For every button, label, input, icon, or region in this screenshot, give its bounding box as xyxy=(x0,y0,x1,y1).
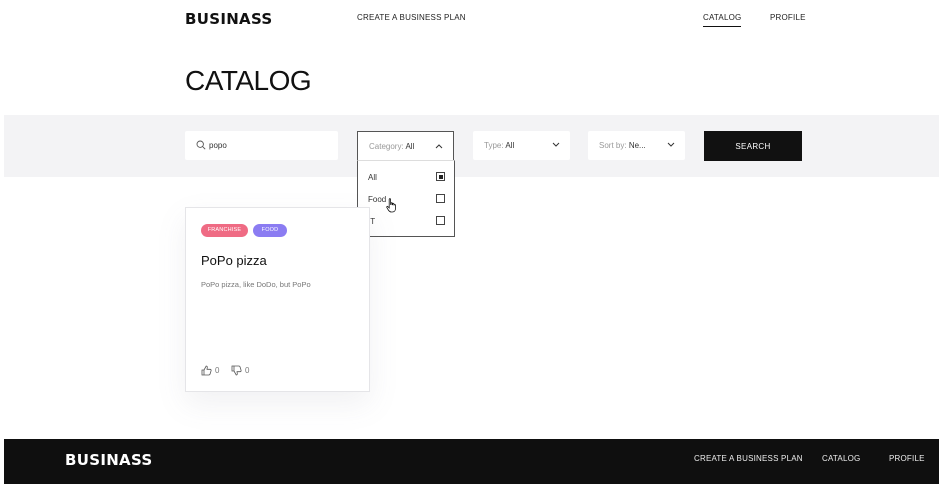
footer-logo[interactable]: BUSINASS xyxy=(65,451,153,469)
nav-create-business-plan[interactable]: CREATE A BUSINESS PLAN xyxy=(357,13,466,22)
sort-select-label: Sort by: xyxy=(599,141,627,150)
search-icon xyxy=(196,140,206,150)
category-select-label: Category: xyxy=(369,142,404,151)
tag-franchise: FRANCHISE xyxy=(201,224,248,237)
search-button[interactable]: SEARCH xyxy=(704,131,802,161)
category-option-label: Food xyxy=(368,195,387,204)
chevron-down-icon xyxy=(552,142,560,147)
category-option-label: All xyxy=(368,173,377,182)
category-select[interactable]: Category: All xyxy=(357,131,454,161)
type-select-value: All xyxy=(505,141,515,150)
category-checkbox-food[interactable] xyxy=(436,194,445,203)
search-input[interactable] xyxy=(209,137,329,154)
dislike-button[interactable]: 0 xyxy=(231,365,257,377)
sort-select-value: Ne... xyxy=(628,141,646,150)
thumbs-up-icon xyxy=(201,365,212,376)
chevron-down-icon xyxy=(667,142,675,147)
thumbs-down-icon xyxy=(231,365,242,376)
site-header: BUSINASS CREATE A BUSINESS PLAN CATALOG … xyxy=(0,0,941,40)
card-title[interactable]: PoPo pizza xyxy=(201,253,267,268)
hand-cursor-icon xyxy=(386,198,396,213)
type-select[interactable]: Type: All xyxy=(473,131,570,160)
site-logo[interactable]: BUSINASS xyxy=(185,10,273,28)
category-option-it[interactable]: IT xyxy=(358,211,454,231)
chevron-up-icon xyxy=(435,144,443,149)
category-checkbox-all[interactable] xyxy=(436,172,445,181)
footer-nav-catalog[interactable]: CATALOG xyxy=(822,454,860,463)
nav-catalog[interactable]: CATALOG xyxy=(703,13,742,27)
like-count: 0 xyxy=(215,366,220,375)
site-footer: BUSINASS CREATE A BUSINESS PLAN CATALOG … xyxy=(4,439,939,484)
footer-nav-profile[interactable]: PROFILE xyxy=(889,454,925,463)
nav-profile[interactable]: PROFILE xyxy=(770,13,806,22)
catalog-card[interactable]: FRANCHISE FOOD PoPo pizza PoPo pizza, li… xyxy=(185,207,370,392)
tag-food: FOOD xyxy=(253,224,287,237)
search-box[interactable] xyxy=(185,131,338,160)
category-dropdown: All Food IT xyxy=(357,160,455,237)
footer-nav-create-business-plan[interactable]: CREATE A BUSINESS PLAN xyxy=(694,454,803,463)
sort-select[interactable]: Sort by: Ne... xyxy=(588,131,685,160)
category-option-food[interactable]: Food xyxy=(358,189,454,209)
type-select-label: Type: xyxy=(484,141,504,150)
card-description: PoPo pizza, like DoDo, but PoPo xyxy=(201,280,311,289)
category-select-value: All xyxy=(405,142,415,151)
dislike-count: 0 xyxy=(245,366,250,375)
page-title: CATALOG xyxy=(185,65,312,96)
category-option-all[interactable]: All xyxy=(358,167,454,187)
like-button[interactable]: 0 xyxy=(201,365,227,377)
category-checkbox-it[interactable] xyxy=(436,216,445,225)
